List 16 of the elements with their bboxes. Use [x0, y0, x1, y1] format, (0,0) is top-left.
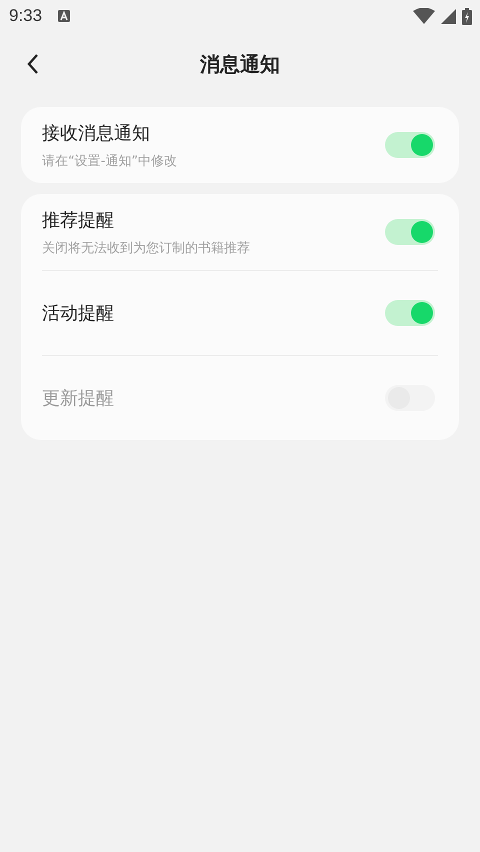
setting-description: 请在“设置-通知”中修改 — [42, 152, 178, 170]
status-time: 9:33 — [9, 6, 42, 26]
setting-title: 更新提醒 — [42, 387, 115, 410]
setting-title: 活动提醒 — [42, 302, 115, 325]
toggle-switch[interactable] — [385, 132, 435, 158]
toggle-switch[interactable] — [385, 300, 435, 326]
setting-title: 推荐提醒 — [42, 208, 115, 232]
signal-icon — [441, 8, 456, 24]
wifi-icon — [413, 8, 435, 24]
setting-description: 关闭将无法收到为您订制的书籍推荐 — [42, 240, 251, 256]
toggle-switch[interactable] — [385, 219, 435, 245]
app-notification-icon — [58, 10, 70, 22]
back-icon[interactable] — [27, 54, 39, 74]
setting-title: 接收消息通知 — [42, 122, 151, 144]
page-title: 消息通知 — [200, 50, 280, 78]
battery-icon — [462, 8, 472, 24]
